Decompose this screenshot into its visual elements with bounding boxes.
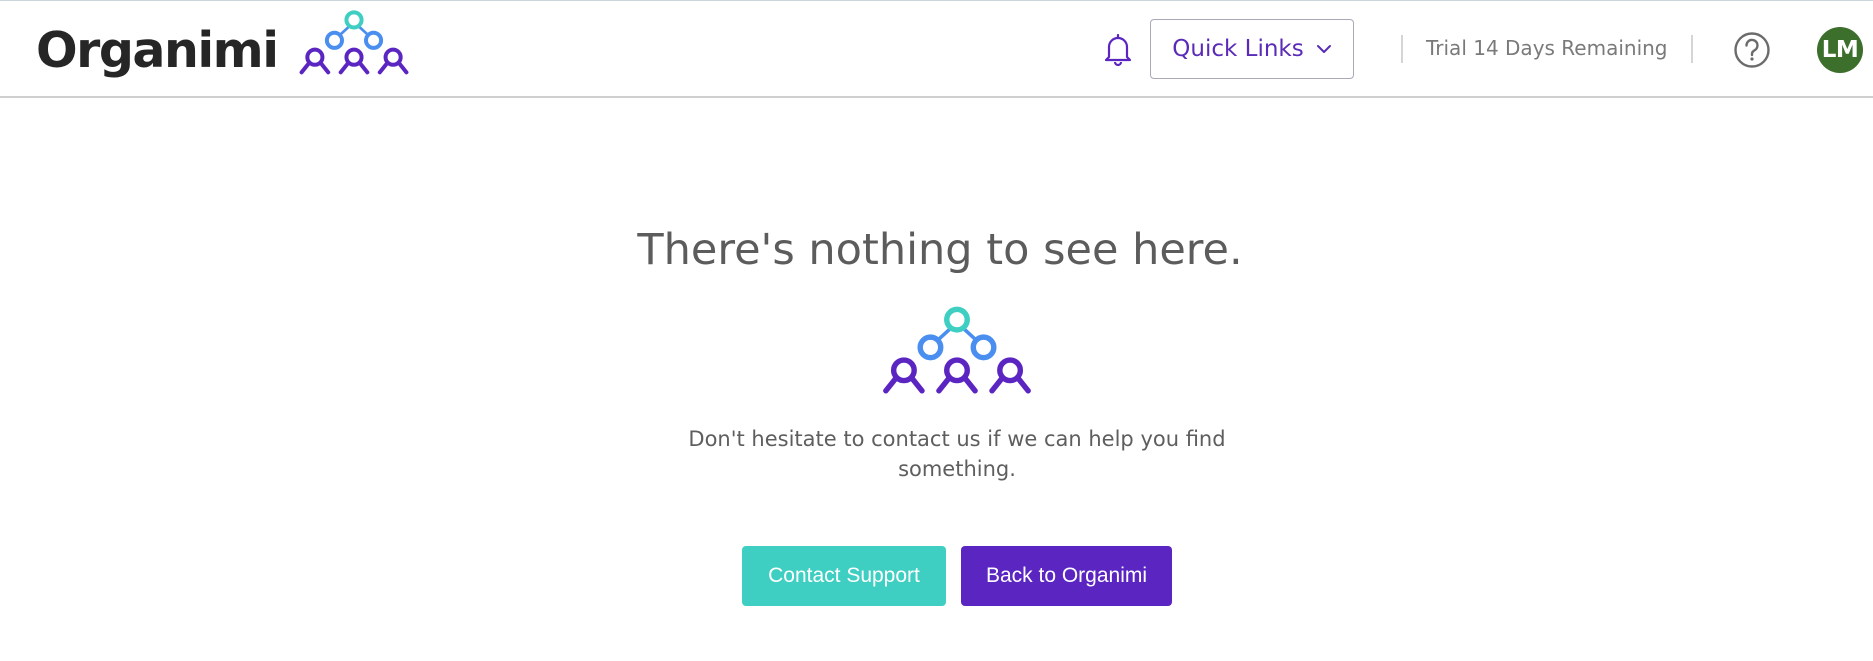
question-circle-icon — [1734, 32, 1770, 68]
top-header: Organimi Quick Links Trial 14 Days Remai… — [0, 0, 1873, 98]
user-avatar[interactable]: LM — [1817, 27, 1863, 73]
bell-icon — [1104, 33, 1132, 67]
brand[interactable]: Organimi — [36, 10, 410, 81]
notifications-button[interactable] — [1101, 32, 1135, 68]
back-to-organimi-button[interactable]: Back to Organimi — [961, 546, 1172, 606]
contact-support-button[interactable]: Contact Support — [742, 546, 946, 606]
quick-links-label: Quick Links — [1172, 36, 1304, 62]
quick-links-dropdown[interactable]: Quick Links — [1150, 19, 1354, 79]
page-title: There's nothing to see here. — [637, 225, 1243, 275]
help-message: Don't hesitate to contact us if we can h… — [688, 427, 1226, 481]
header-divider — [1401, 35, 1403, 63]
brand-name: Organimi — [36, 21, 279, 79]
help-button[interactable] — [1733, 31, 1771, 69]
trial-status: Trial 14 Days Remaining — [1426, 36, 1668, 60]
chevron-down-icon — [1316, 44, 1332, 54]
header-divider — [1691, 35, 1693, 63]
organimi-people-pyramid-icon — [883, 306, 1031, 394]
organimi-logo-icon — [299, 10, 408, 75]
